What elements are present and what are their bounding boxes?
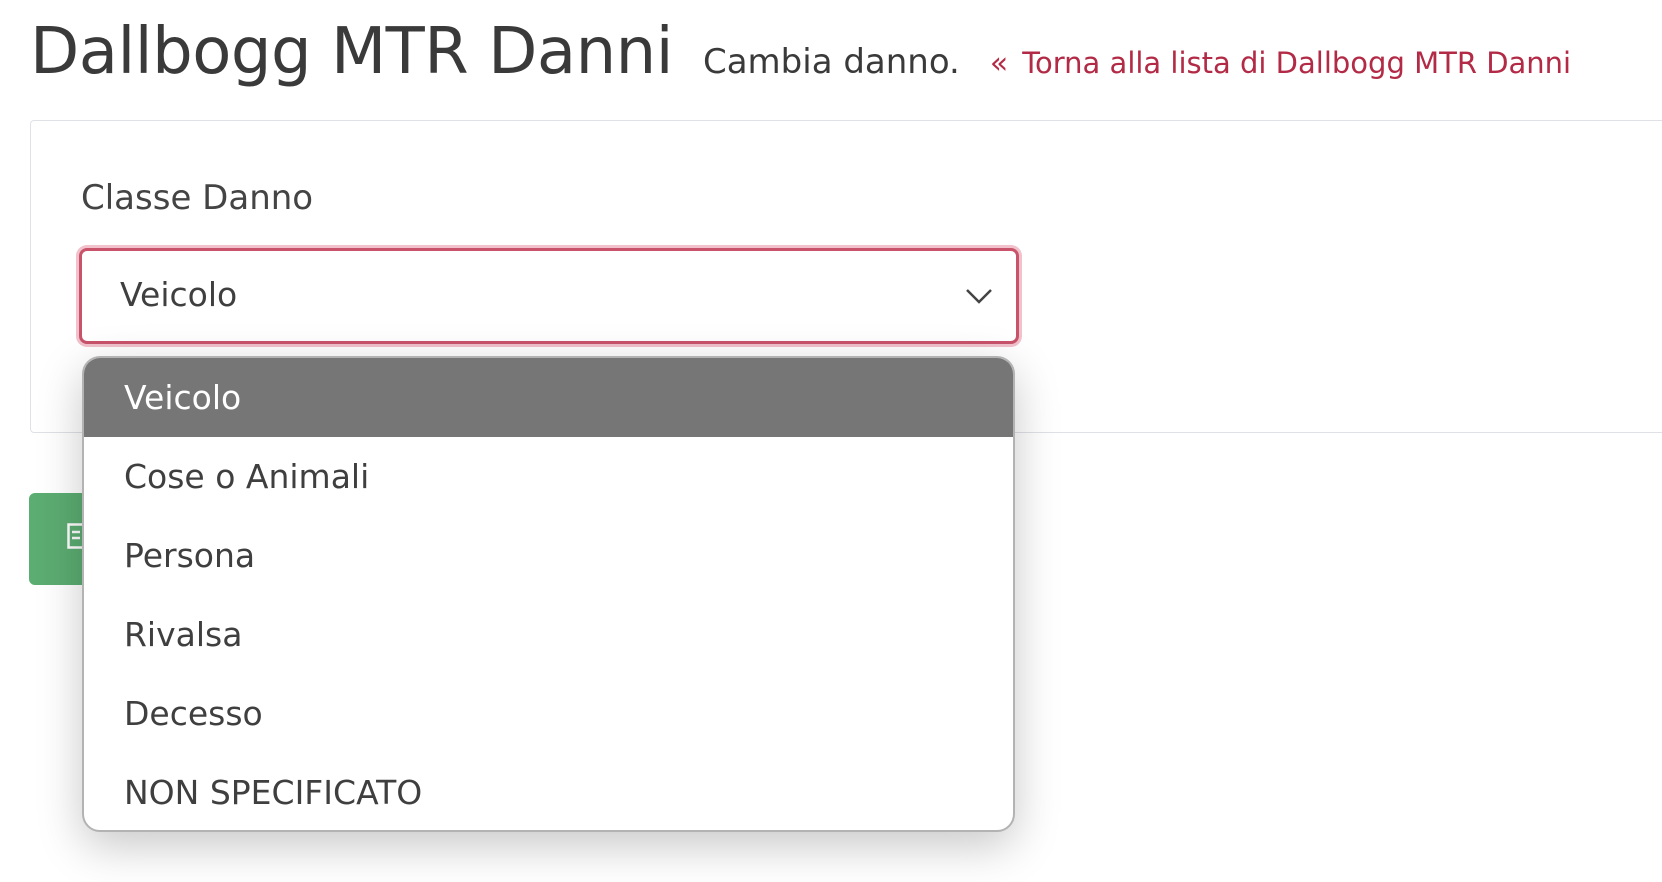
- back-to-list-link[interactable]: « Torna alla lista di Dallbogg MTR Danni: [990, 46, 1571, 81]
- classe-danno-label: Classe Danno: [81, 178, 314, 218]
- option-non-specificato[interactable]: NON SPECIFICATO: [84, 753, 1013, 830]
- back-to-list-label: Torna alla lista di Dallbogg MTR Danni: [1022, 46, 1572, 80]
- classe-danno-dropdown: Veicolo Cose o Animali Persona Rivalsa D…: [82, 356, 1015, 832]
- page-header: Dallbogg MTR Danni Cambia danno. « Torna …: [30, 8, 1571, 89]
- classe-danno-select[interactable]: Veicolo: [79, 248, 1019, 344]
- option-rivalsa[interactable]: Rivalsa: [84, 595, 1013, 674]
- select-current-value: Veicolo: [120, 275, 238, 314]
- option-cose-o-animali[interactable]: Cose o Animali: [84, 437, 1013, 516]
- option-decesso[interactable]: Decesso: [84, 674, 1013, 753]
- page-subtitle: Cambia danno.: [702, 42, 960, 82]
- option-veicolo[interactable]: Veicolo: [84, 358, 1013, 437]
- chevrons-left-icon: «: [989, 46, 1009, 81]
- page: Dallbogg MTR Danni Cambia danno. « Torna …: [0, 0, 1662, 882]
- page-title: Dallbogg MTR Danni: [30, 15, 673, 89]
- chevron-down-icon: [966, 289, 992, 304]
- option-persona[interactable]: Persona: [84, 516, 1013, 595]
